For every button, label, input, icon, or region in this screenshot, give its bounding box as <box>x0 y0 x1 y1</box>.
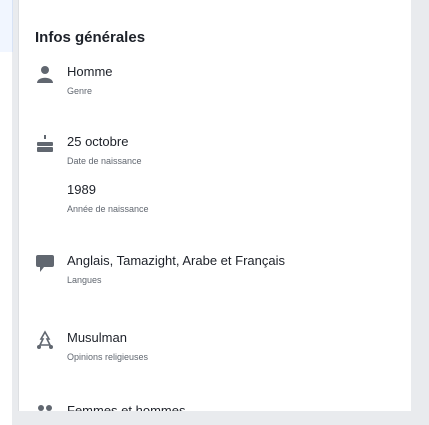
section-title: Infos générales <box>35 29 146 46</box>
general-info-panel: Infos générales Homme Genre 25 octobre D… <box>18 0 412 411</box>
birth-year-label: Année de naissance <box>67 204 149 214</box>
gender-label: Genre <box>67 86 93 96</box>
left-sidebar-edge <box>0 0 13 425</box>
religion-label: Opinions religieuses <box>67 352 149 362</box>
languages-value: Anglais, Tamazight, Arabe et Français <box>67 253 285 268</box>
interested-in-value: Femmes et hommes <box>67 403 186 411</box>
birthdate-value: 25 octobre <box>67 134 129 149</box>
birth-year-value: 1989 <box>67 182 96 197</box>
religion-value: Musulman <box>67 330 127 345</box>
person-icon <box>35 64 57 86</box>
selected-nav-edge <box>0 0 13 52</box>
speech-bubble-icon <box>35 253 57 275</box>
birthdate-label: Date de naissance <box>67 156 142 166</box>
religion-icon <box>35 330 57 352</box>
interested-in-icon <box>35 403 57 411</box>
gender-value: Homme <box>67 64 113 79</box>
page-background <box>411 0 429 425</box>
birthday-cake-icon <box>35 134 57 156</box>
languages-label: Langues <box>67 275 102 285</box>
